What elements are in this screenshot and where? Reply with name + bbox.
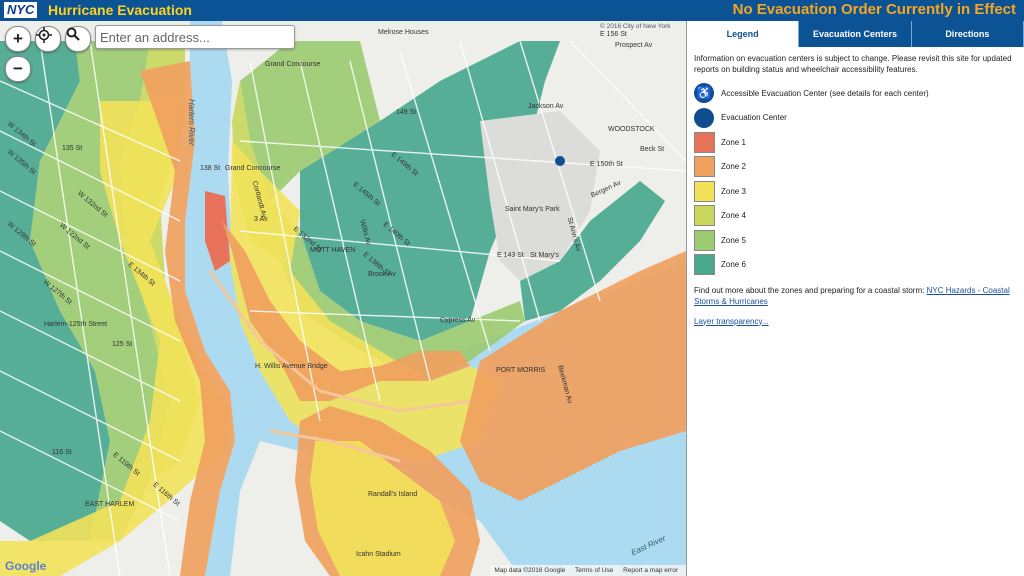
zone-swatch [694,254,715,275]
map-label: Saint Mary's Park [505,206,560,213]
evacuation-center-icon [694,107,714,128]
zone-swatch [694,229,715,251]
map-label: E 156 St [600,31,627,38]
map-label: E 150th St [590,161,623,168]
report-map-error-link[interactable]: Report a map error [623,567,678,574]
tab-evacuation-centers[interactable]: Evacuation Centers [799,21,912,47]
legend-accessible-label: Accessible Evacuation Center (see detail… [721,88,929,98]
zone-label: Zone 4 [721,211,746,220]
zoom-out-button[interactable]: − [5,56,31,82]
legend-center-row: Evacuation Center [694,106,1017,130]
map-label: MOTT HAVEN [310,247,356,254]
zone-swatch [694,156,715,177]
map-label: 149 St [396,109,417,116]
legend-accessible-row: ♿ Accessible Evacuation Center (see deta… [694,81,1017,105]
map-view[interactable]: © 2016 City of New York Harlem River Eas… [0,21,686,576]
map-label: H. Willis Avenue Bridge [255,363,328,370]
zone-label: Zone 2 [721,162,746,171]
map-label: WOODSTOCK [608,126,655,133]
info-text: Information on evacuation centers is sub… [694,54,1012,74]
legend-zone-row: Zone 1 [694,130,1017,154]
zone-label: Zone 3 [721,186,746,196]
tab-directions[interactable]: Directions [912,21,1024,47]
more-info: Find out more about the zones and prepar… [694,285,1017,307]
zone-swatch [694,131,715,153]
map-label: Prospect Av [615,42,653,49]
map-label: Beck St [640,146,665,153]
tab-legend[interactable]: Legend [687,21,800,47]
legend-zone-row: Zone 3 [694,179,1017,203]
map-copyright: © 2016 City of New York [600,23,671,30]
map-label: 116 St [52,449,72,456]
map-label: Melrose Houses [378,29,429,36]
app-title: Hurricane Evacuation [48,2,192,18]
map-label: Randall's Island [368,491,418,498]
app-header: NYC Hurricane Evacuation No Evacuation O… [0,0,1024,21]
river-label: Harlem River [187,99,196,146]
map-label: Harlem-125th Street [44,321,108,328]
zone-label: Zone 5 [721,235,746,245]
nyc-logo[interactable]: NYC [4,2,38,18]
zone-label: Zone 6 [721,260,746,269]
map-attribution: Map data ©2016 Google Terms of Use Repor… [490,565,686,576]
crosshair-icon [36,27,52,43]
map-label: Icahn Stadium [356,551,401,558]
zone-swatch [694,180,715,202]
map-label: Cypress Av [440,317,476,324]
zone-label: Zone 1 [721,137,746,147]
legend-center-label: Evacuation Center [721,113,787,122]
evacuation-status: No Evacuation Order Currently in Effect [732,1,1016,18]
magnifier-icon [66,27,80,41]
legend-zone-row: Zone 4 [694,204,1017,228]
map-label: EAST HARLEM [85,501,135,508]
map-canvas[interactable] [0,21,686,576]
legend-content: Information on evacuation centers is sub… [687,47,1024,332]
zone-swatch [694,205,715,226]
legend-zone-row: Zone 2 [694,155,1017,179]
map-label: Grand Concourse [265,61,321,68]
map-label: 138 St [200,165,221,172]
map-label: Jackson Av [528,103,564,110]
panel-tabs: Legend Evacuation Centers Directions [687,21,1024,47]
locate-button[interactable] [35,26,61,52]
zoom-in-button[interactable]: + [5,26,31,52]
wheelchair-icon: ♿ [694,83,714,103]
address-search-input[interactable] [95,25,295,49]
side-panel: Legend Evacuation Centers Directions Inf… [686,21,1024,576]
map-data-credit: Map data ©2016 Google [494,567,566,574]
map-label: St Mary's [530,252,559,259]
map-label: Grand Concourse [225,165,281,172]
map-label: 125 St [112,341,133,348]
layer-transparency-link[interactable]: Layer transparency... [694,317,769,326]
evacuation-center-marker[interactable] [555,156,565,166]
map-label: E 143 St [497,252,524,259]
legend-zone-row: Zone 6 [694,253,1017,277]
map-label: 135 St [62,145,83,152]
legend-zone-row: Zone 5 [694,228,1017,252]
more-info-text: Find out more about the zones and prepar… [694,285,927,295]
google-logo: Google [5,559,47,573]
map-label: PORT MORRIS [496,367,546,374]
terms-of-use-link[interactable]: Terms of Use [575,567,613,574]
search-button[interactable] [65,26,91,52]
